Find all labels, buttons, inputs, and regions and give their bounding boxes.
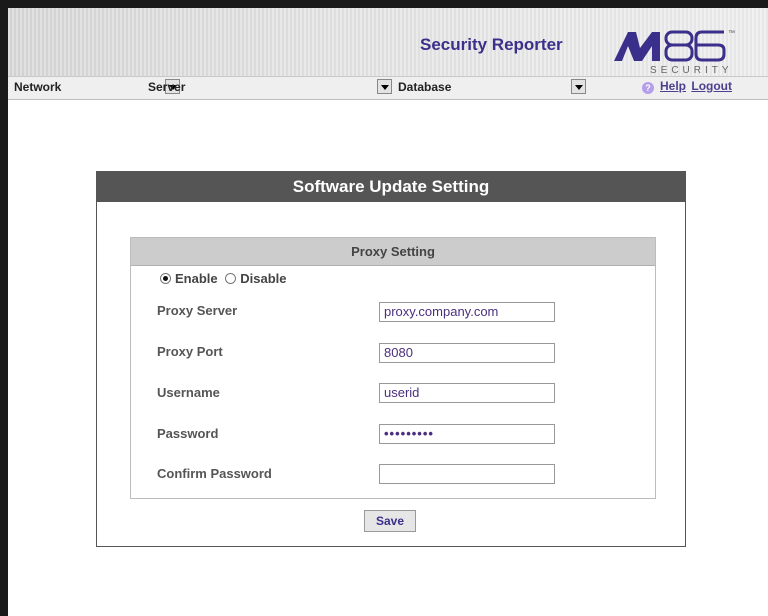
m86-security-logo: ™ SECURITY xyxy=(614,30,735,76)
proxy-enable-radio-group: Enable Disable xyxy=(160,271,287,286)
server-dropdown-label: Server xyxy=(148,80,186,94)
username-input[interactable]: userid xyxy=(379,383,555,403)
confirm-password-label: Confirm Password xyxy=(157,466,272,481)
logo-subtitle: SECURITY xyxy=(650,65,733,76)
app-title: Security Reporter xyxy=(420,35,563,54)
disable-label: Disable xyxy=(240,271,287,286)
help-logout-links: ? Help Logout xyxy=(642,79,732,94)
help-icon[interactable]: ? xyxy=(642,82,654,94)
proxy-port-label: Proxy Port xyxy=(157,344,223,359)
menu-bar: Network Server Database ? Help Logout xyxy=(8,76,768,100)
username-label: Username xyxy=(157,385,220,400)
chevron-down-icon[interactable] xyxy=(377,79,392,94)
database-dropdown-label: Database xyxy=(398,80,452,94)
database-dropdown[interactable]: Database xyxy=(392,78,586,96)
panel-title: Software Update Setting xyxy=(97,172,685,202)
software-update-panel: Software Update Setting Proxy Setting En… xyxy=(96,171,686,547)
logout-link[interactable]: Logout xyxy=(691,79,732,93)
chevron-down-icon[interactable] xyxy=(571,79,586,94)
logo-tm: ™ xyxy=(728,30,735,37)
save-button[interactable]: Save xyxy=(364,510,416,532)
window-left-border xyxy=(0,0,8,616)
password-input[interactable]: ••••••••• xyxy=(379,424,555,444)
proxy-server-label: Proxy Server xyxy=(157,303,238,318)
network-dropdown-label: Network xyxy=(14,80,62,94)
app-header: Security Reporter ™ SECURITY xyxy=(8,8,768,76)
server-dropdown[interactable]: Server xyxy=(142,78,392,96)
enable-label: Enable xyxy=(175,271,218,286)
confirm-password-input[interactable] xyxy=(379,464,555,484)
proxy-setting-title: Proxy Setting xyxy=(131,238,655,266)
enable-radio[interactable] xyxy=(160,273,171,284)
proxy-setting-box: Proxy Setting Enable Disable Proxy Serve… xyxy=(130,237,656,499)
window-top-border xyxy=(0,0,768,8)
disable-radio[interactable] xyxy=(225,273,237,284)
proxy-server-input[interactable]: proxy.company.com xyxy=(379,302,555,322)
proxy-port-input[interactable]: 8080 xyxy=(379,343,555,363)
password-label: Password xyxy=(157,426,219,441)
help-link[interactable]: Help xyxy=(660,79,686,93)
